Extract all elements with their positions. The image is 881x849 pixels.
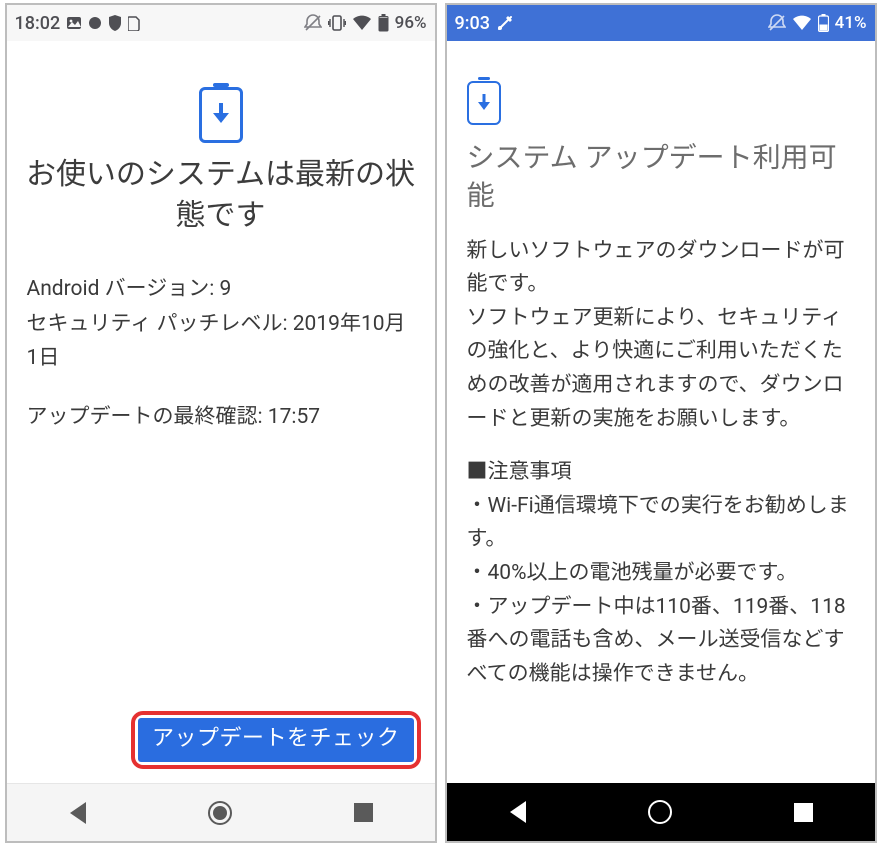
battery-percentage: 96%	[395, 13, 427, 33]
status-bar: 18:02 96%	[7, 5, 435, 41]
last-check-line: アップデートの最終確認: 17:57	[27, 400, 415, 435]
android-version-line: Android バージョン: 9	[27, 272, 415, 307]
dnd-icon	[768, 14, 786, 32]
vibrate-icon	[328, 15, 346, 31]
page-title: システム アップデート利用可能	[467, 139, 855, 215]
sim-icon	[128, 15, 140, 31]
nav-recent-button[interactable]	[790, 799, 816, 825]
status-time: 9:03	[455, 13, 490, 34]
update-description: 新しいソフトウェアのダウンロードが可能です。 ソフトウェア更新により、セキュリテ…	[467, 235, 855, 437]
nav-back-button[interactable]	[65, 800, 91, 826]
tools-icon	[496, 14, 514, 32]
nav-recent-button[interactable]	[350, 800, 376, 826]
battery-icon	[378, 14, 389, 32]
check-update-button[interactable]: アップデートをチェック	[138, 718, 414, 762]
note-item: ・Wi-Fi通信環境下での実行をお勧めします。	[467, 490, 855, 557]
image-icon	[66, 15, 82, 31]
update-device-icon	[199, 87, 243, 143]
update-device-icon	[467, 81, 501, 125]
status-time: 18:02	[15, 13, 61, 34]
shield-icon	[108, 15, 122, 31]
nav-bar	[7, 783, 435, 841]
phone-update-available: 9:03 41% システム アップデート利用可能 新しいソフトウェアのダウンロー…	[445, 3, 877, 843]
note-item: ・40%以上の電池残量が必要です。	[467, 557, 855, 591]
wifi-icon	[792, 15, 812, 31]
circle-icon	[88, 16, 102, 30]
battery-icon	[818, 14, 829, 32]
nav-home-button[interactable]	[647, 799, 673, 825]
dnd-icon	[304, 14, 322, 32]
battery-percentage: 41%	[835, 13, 867, 33]
wifi-icon	[352, 15, 372, 31]
status-bar: 9:03 41%	[447, 5, 875, 41]
phone-uptodate: 18:02 96% お使いのシステムは最新の状態です Android バージョン…	[5, 3, 437, 843]
page-title: お使いのシステムは最新の状態です	[21, 155, 421, 236]
nav-back-button[interactable]	[505, 799, 531, 825]
security-patch-line: セキュリティ パッチレベル: 2019年10月1日	[27, 307, 415, 376]
cta-highlight: アップデートをチェック	[131, 711, 421, 769]
nav-bar	[447, 783, 875, 841]
notes-heading: ■注意事項	[467, 456, 855, 490]
note-item: ・アップデート中は110番、119番、118番への電話も含め、メール送受信などす…	[467, 591, 855, 692]
nav-home-button[interactable]	[207, 800, 233, 826]
